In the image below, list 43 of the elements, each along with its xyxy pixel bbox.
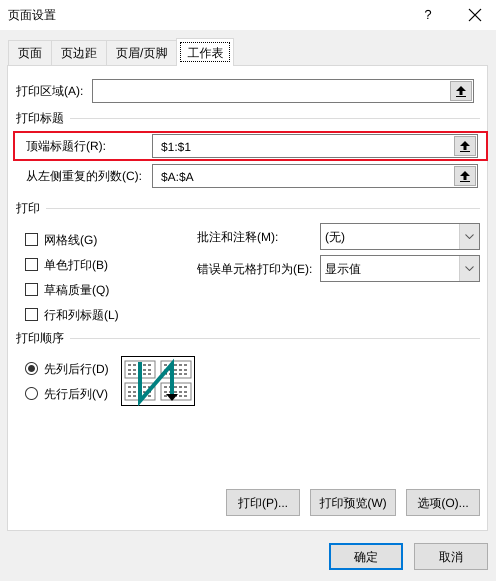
checkbox[interactable] [25, 258, 38, 271]
collapse-button[interactable] [450, 81, 472, 101]
dropdown-label: 错误单元格打印为(E): [197, 260, 314, 278]
button[interactable]: 打印预览(W) [310, 489, 396, 516]
tab[interactable]: 工作表 [176, 38, 234, 66]
checkbox-label: 网格线(G) [44, 232, 98, 248]
dropdown-label: 批注和注释(M): [197, 228, 280, 246]
dropdown[interactable]: (无) [320, 223, 480, 250]
print-area-field[interactable] [92, 79, 474, 103]
radio-button[interactable] [25, 387, 38, 400]
checkbox-label: 草稿质量(Q) [44, 282, 110, 298]
up-arrow-icon [460, 140, 470, 152]
collapse-button[interactable] [454, 136, 476, 156]
up-arrow-icon [456, 86, 466, 96]
input-field[interactable]: $1:$1 [152, 134, 478, 158]
button[interactable]: 打印(P)... [226, 489, 300, 516]
field-label: 从左侧重复的列数(C): [26, 168, 143, 185]
field-label: 顶端标题行(R): [26, 138, 107, 155]
radio-label: 先行后列(V) [44, 386, 108, 402]
chevron-down-icon [465, 234, 474, 239]
tab[interactable]: 页面 [8, 40, 52, 65]
collapse-button[interactable] [454, 166, 476, 186]
help-button[interactable]: ? [418, 5, 438, 25]
checkbox-label: 行和列标题(L) [44, 306, 119, 324]
window-title: 页面设置 [8, 7, 57, 24]
section-heading: 打印 [16, 200, 40, 217]
ok-button[interactable]: 确定 [329, 543, 403, 570]
button[interactable]: 选项(O)... [406, 489, 480, 516]
radio-button[interactable] [25, 362, 38, 375]
close-icon[interactable] [468, 8, 482, 22]
checkbox[interactable] [25, 283, 38, 296]
checkbox[interactable] [25, 233, 38, 246]
cancel-button[interactable]: 取消 [414, 543, 488, 570]
section-heading: 打印顺序 [16, 330, 64, 347]
checkbox-label: 单色打印(B) [44, 256, 108, 274]
chevron-down-icon [465, 266, 474, 271]
up-arrow-icon [460, 170, 470, 182]
radio-label: 先列后行(D) [44, 360, 109, 378]
field-label: 打印区域(A): [16, 83, 84, 100]
input-field[interactable]: $A:$A [152, 164, 478, 188]
section-heading: 打印标题 [16, 110, 64, 127]
dropdown[interactable]: 显示值 [320, 255, 480, 282]
checkbox[interactable] [25, 308, 38, 321]
